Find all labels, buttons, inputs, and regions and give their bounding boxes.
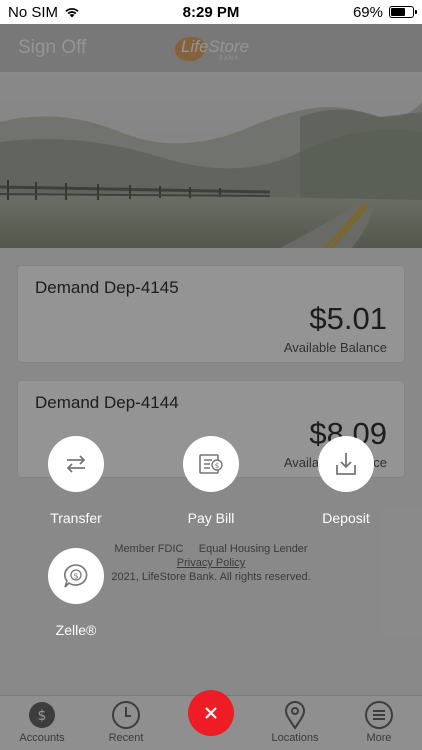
transfer-arrows-icon [66,455,86,473]
svg-text:$: $ [73,572,78,581]
transfer-button[interactable]: Transfer [31,436,121,526]
pay-bill-button[interactable]: $ Pay Bill [166,436,256,526]
status-bar: No SIM 8:29 PM 69% [0,0,422,24]
wifi-icon [65,8,79,18]
battery-icon [389,6,417,18]
zelle-button[interactable]: $ Zelle® [31,548,121,638]
battery-percent: 69% [352,3,383,21]
bill-icon: $ [199,454,223,474]
carrier-label: No SIM [8,3,59,21]
svg-text:$: $ [215,462,219,470]
deposit-button[interactable]: Deposit [301,436,391,526]
zelle-chat-dollar-icon: $ [64,564,88,588]
close-icon [205,707,217,719]
close-actions-button[interactable] [188,690,234,736]
download-tray-icon [336,453,356,475]
